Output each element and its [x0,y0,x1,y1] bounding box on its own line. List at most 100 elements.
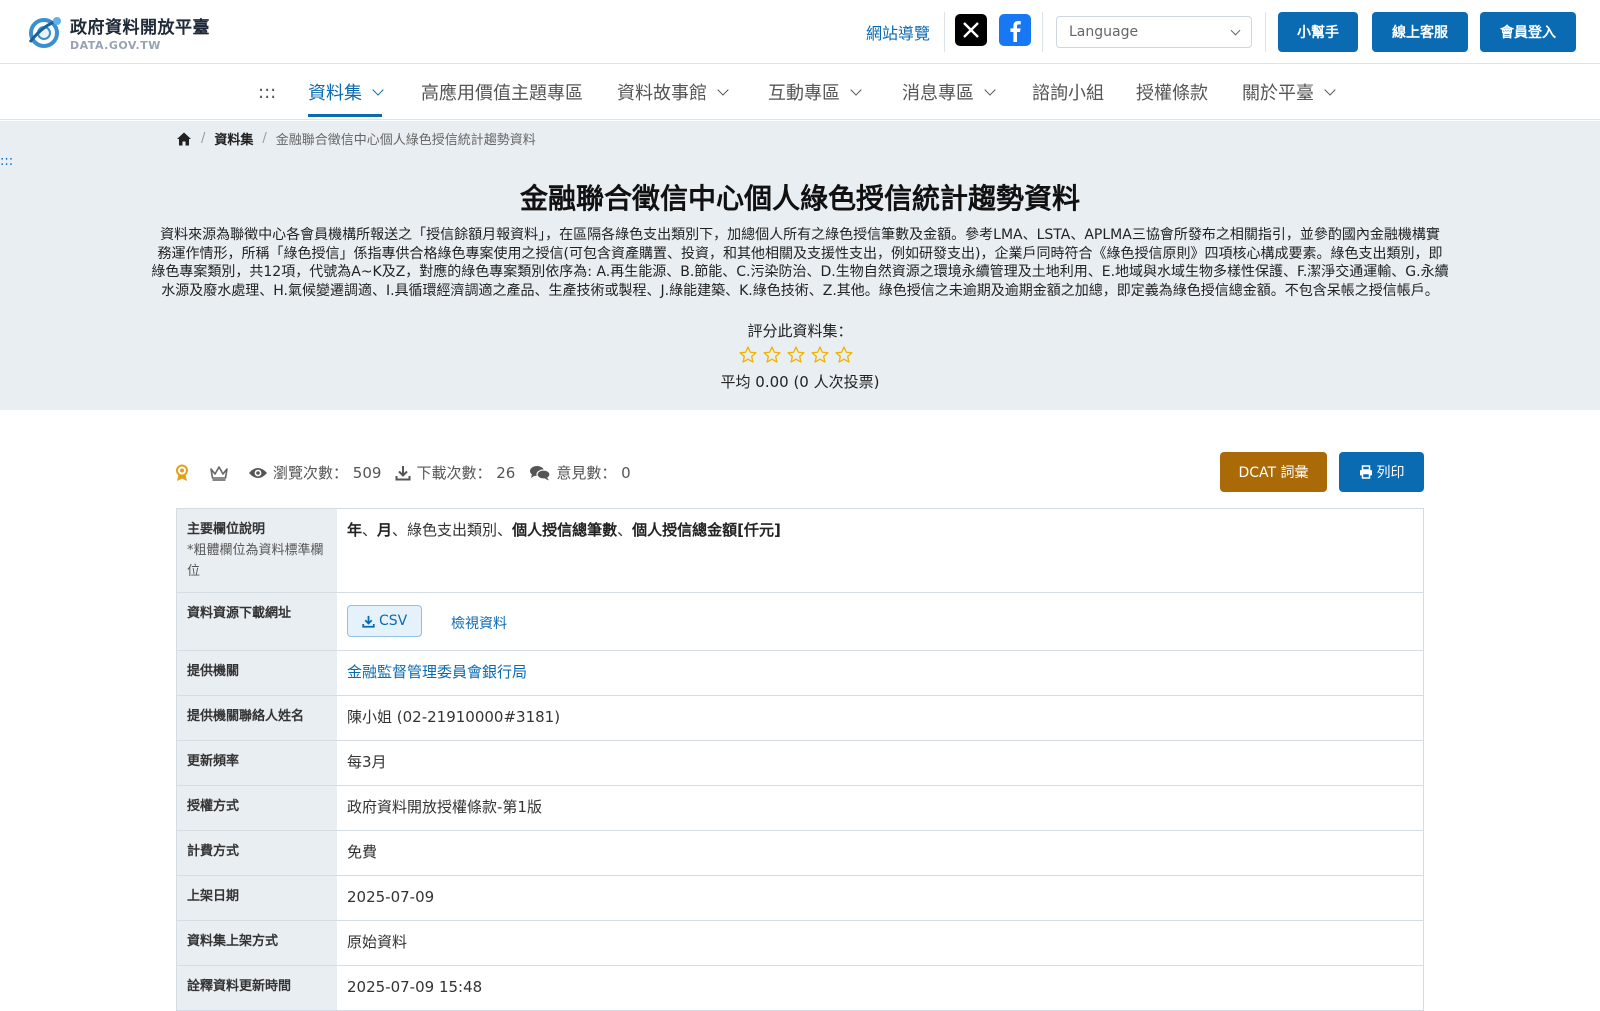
table-row: 計費方式 免費 [176,831,1424,876]
views-stat: 瀏覽次數： 509 [248,462,381,483]
nav-about[interactable]: 關於平臺 [1242,64,1336,120]
csv-label: CSV [379,613,408,629]
site-logo[interactable]: 政府資料開放平臺 DATA.GOV.TW [24,12,210,52]
comments-icon [530,465,551,480]
table-row: 提供機關 金融監督管理委員會銀行局 [176,651,1424,696]
nav-label: 授權條款 [1136,83,1208,104]
accesskey-left[interactable]: ::: [0,154,13,169]
row-key: 詮釋資料更新時間 [177,966,337,1010]
row-value: 原始資料 [347,933,408,951]
comments-stat: 意見數： 0 [529,462,631,483]
facebook-icon[interactable] [999,14,1031,46]
downloads-count: 26 [496,463,516,482]
language-select[interactable]: Language [1056,16,1252,48]
description-line: 務運作情形，所稱「綠色授信」係指專供合格綠色專案使用之授信(可包含資產購置、投資… [157,245,1443,262]
row-key: 提供機關聯絡人姓名 [177,696,337,740]
divider [944,12,945,52]
star-icon[interactable] [762,345,782,365]
table-row: 資料資源下載網址 CSV 檢視資料 [176,593,1424,651]
row-value: 金融監督管理委員會銀行局 [337,651,1423,695]
home-icon[interactable] [176,131,192,147]
nav-stories[interactable]: 資料故事館 [617,64,729,120]
sitemap-link[interactable]: 網站導覽 [866,20,930,44]
support-button[interactable]: 線上客服 [1372,12,1468,52]
star-icon[interactable] [810,345,830,365]
description-line: 綠色專案類別，共12項，代號為A~K及Z，對應的綠色專案類別依序為: A.再生能… [151,264,1449,280]
print-button[interactable]: 列印 [1339,452,1424,492]
table-row: 資料集上架方式 原始資料 [176,921,1424,966]
badge-icon [174,464,195,482]
nav-datasets[interactable]: 資料集 [308,64,384,120]
nav-label: 諮詢小組 [1032,83,1104,104]
nav-news[interactable]: 消息專區 [902,64,996,120]
chevron-down-icon [1230,25,1241,35]
x-twitter-icon[interactable] [955,14,987,46]
standard-field: 個人授信總筆數 [512,521,618,539]
breadcrumb-current: 金融聯合徵信中心個人綠色授信統計趨勢資料 [275,133,536,148]
nav-label: 消息專區 [902,83,974,104]
row-key: 更新頻率 [177,741,337,785]
nav-label: 互動專區 [768,83,840,104]
table-row: 上架日期 2025-07-09 [176,876,1424,921]
nav-advisory[interactable]: 諮詢小組 [1032,64,1104,120]
top-header: 政府資料開放平臺 DATA.GOV.TW 網站導覽 Language 小幫手 線… [0,0,1600,64]
rating-label: 評分此資料集： [747,322,853,340]
agency-link[interactable]: 金融監督管理委員會銀行局 [347,663,527,681]
row-value: 2025-07-09 15:48 [347,978,483,996]
logo-icon [28,17,61,48]
accesskey-center[interactable]: ::: [258,64,276,120]
chevron-down-icon [717,83,729,96]
chevron-down-icon [850,83,862,96]
star-icon[interactable] [834,345,854,365]
table-row: 主要欄位說明 *粗體欄位為資料標準欄位 年、月、綠色支出類別、個人授信總筆數、個… [176,509,1424,593]
comments-count: 0 [621,463,631,482]
fields-value: 年、月、綠色支出類別、個人授信總筆數、個人授信總金額[仟元] [337,509,1423,592]
view-data-link[interactable]: 檢視資料 [451,616,507,632]
row-value: 每3月 [347,753,387,771]
chevron-down-icon [372,83,384,96]
row-value: 2025-07-09 [347,888,435,906]
row-value: 免費 [347,843,378,861]
page-title: 金融聯合徵信中心個人綠色授信統計趨勢資料 [519,182,1080,215]
row-key: 資料集上架方式 [177,921,337,965]
nav-label: 資料故事館 [617,83,707,104]
eye-icon [249,467,267,478]
logo-subtitle: DATA.GOV.TW [70,38,161,52]
dataset-details-table: 主要欄位說明 *粗體欄位為資料標準欄位 年、月、綠色支出類別、個人授信總筆數、個… [176,508,1424,1011]
csv-download-button[interactable]: CSV [347,605,423,637]
nav-label: 關於平臺 [1242,83,1314,104]
divider [1265,12,1266,52]
row-key: 授權方式 [177,786,337,830]
helper-button[interactable]: 小幫手 [1278,12,1358,52]
login-button[interactable]: 會員登入 [1480,12,1576,52]
chevron-down-icon [984,83,996,96]
downloads-label: 下載次數： [416,464,492,482]
download-icon [362,615,375,628]
star-icon[interactable] [786,345,806,365]
row-value: 陳小姐 (02-21910000#3181) [347,708,561,726]
nav-high-value[interactable]: 高應用價值主題專區 [421,64,583,120]
dataset-description: 資料來源為聯徵中心各會員機構所報送之「授信餘額月報資料」，在區隔各綠色支出類別下… [64,226,1536,300]
downloads-stat: 下載次數： 26 [395,462,515,483]
description-line: 水源及廢水處理、H.氣候變遷調適、I.具循環經濟調適之產品、生產技術或製程、J.… [161,282,1439,299]
table-row: 授權方式 政府資料開放授權條款-第1版 [176,786,1424,831]
nav-license[interactable]: 授權條款 [1136,64,1208,120]
dcat-button[interactable]: DCAT 詞彙 [1220,452,1327,492]
views-label: 瀏覽次數： [273,464,349,482]
chevron-down-icon [1324,83,1336,96]
row-key: 主要欄位說明 *粗體欄位為資料標準欄位 [177,509,337,592]
fields-list: 年、月、綠色支出類別、個人授信總筆數、個人授信總金額[仟元] [347,521,781,539]
language-select-value: Language [1069,24,1139,40]
row-key: 提供機關 [177,651,337,695]
nav-label: 資料集 [308,83,362,104]
nav-interactive[interactable]: 互動專區 [768,64,862,120]
divider [1042,12,1043,52]
crown-icon [209,465,234,481]
row-key: 計費方式 [177,831,337,875]
field-text: 、綠色支出類別、 [392,521,513,539]
table-row: 詮釋資料更新時間 2025-07-09 15:48 [176,966,1424,1011]
star-icon[interactable] [738,345,758,365]
download-value: CSV 檢視資料 [337,593,1423,650]
breadcrumb-separator: / [201,131,206,146]
breadcrumb-datasets[interactable]: 資料集 [214,129,253,148]
